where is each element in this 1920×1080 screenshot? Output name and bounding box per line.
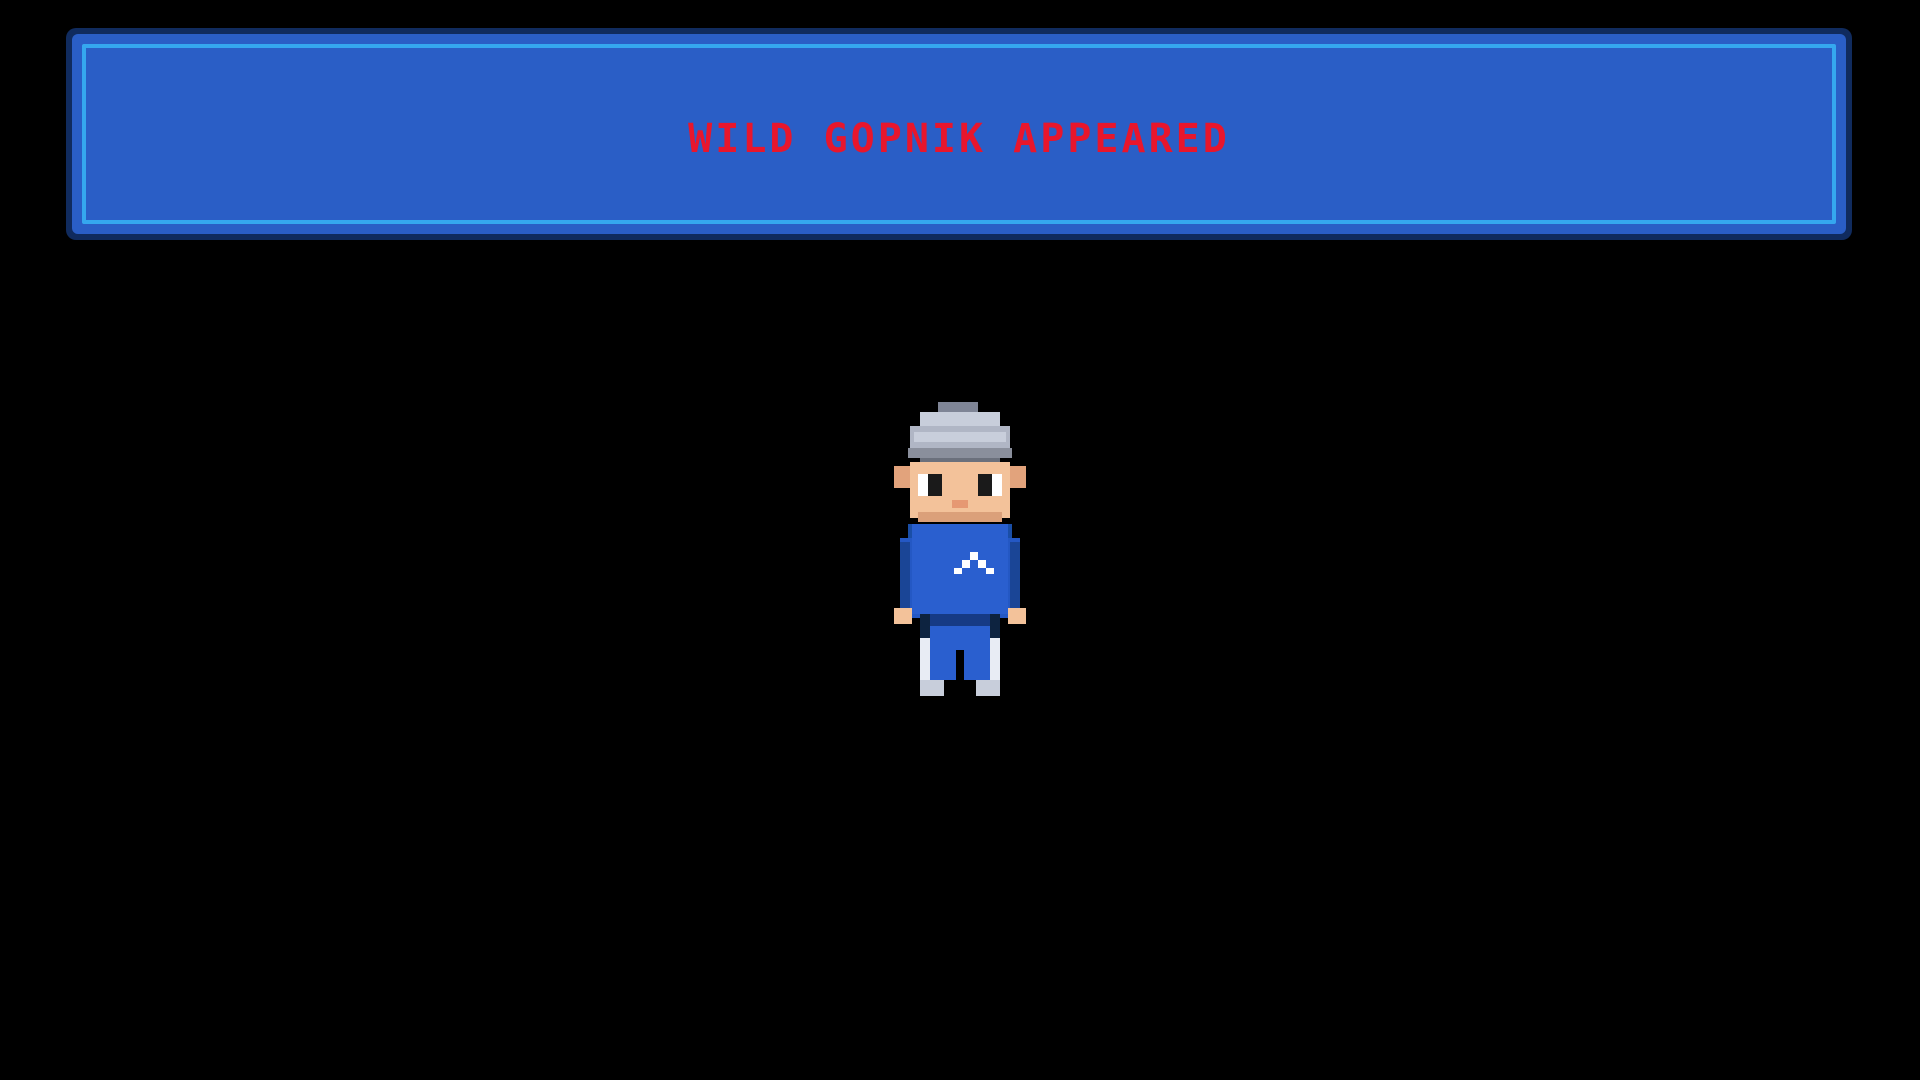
dialog-panel: WILD GOPNIK APPEARED	[72, 34, 1846, 234]
dialog-message: WILD GOPNIK APPEARED	[688, 116, 1230, 162]
dialog-box: WILD GOPNIK APPEARED	[66, 28, 1852, 240]
game-screen: WILD GOPNIK APPEARED	[0, 0, 1920, 1080]
gopnik-sprite-icon	[890, 402, 1030, 696]
